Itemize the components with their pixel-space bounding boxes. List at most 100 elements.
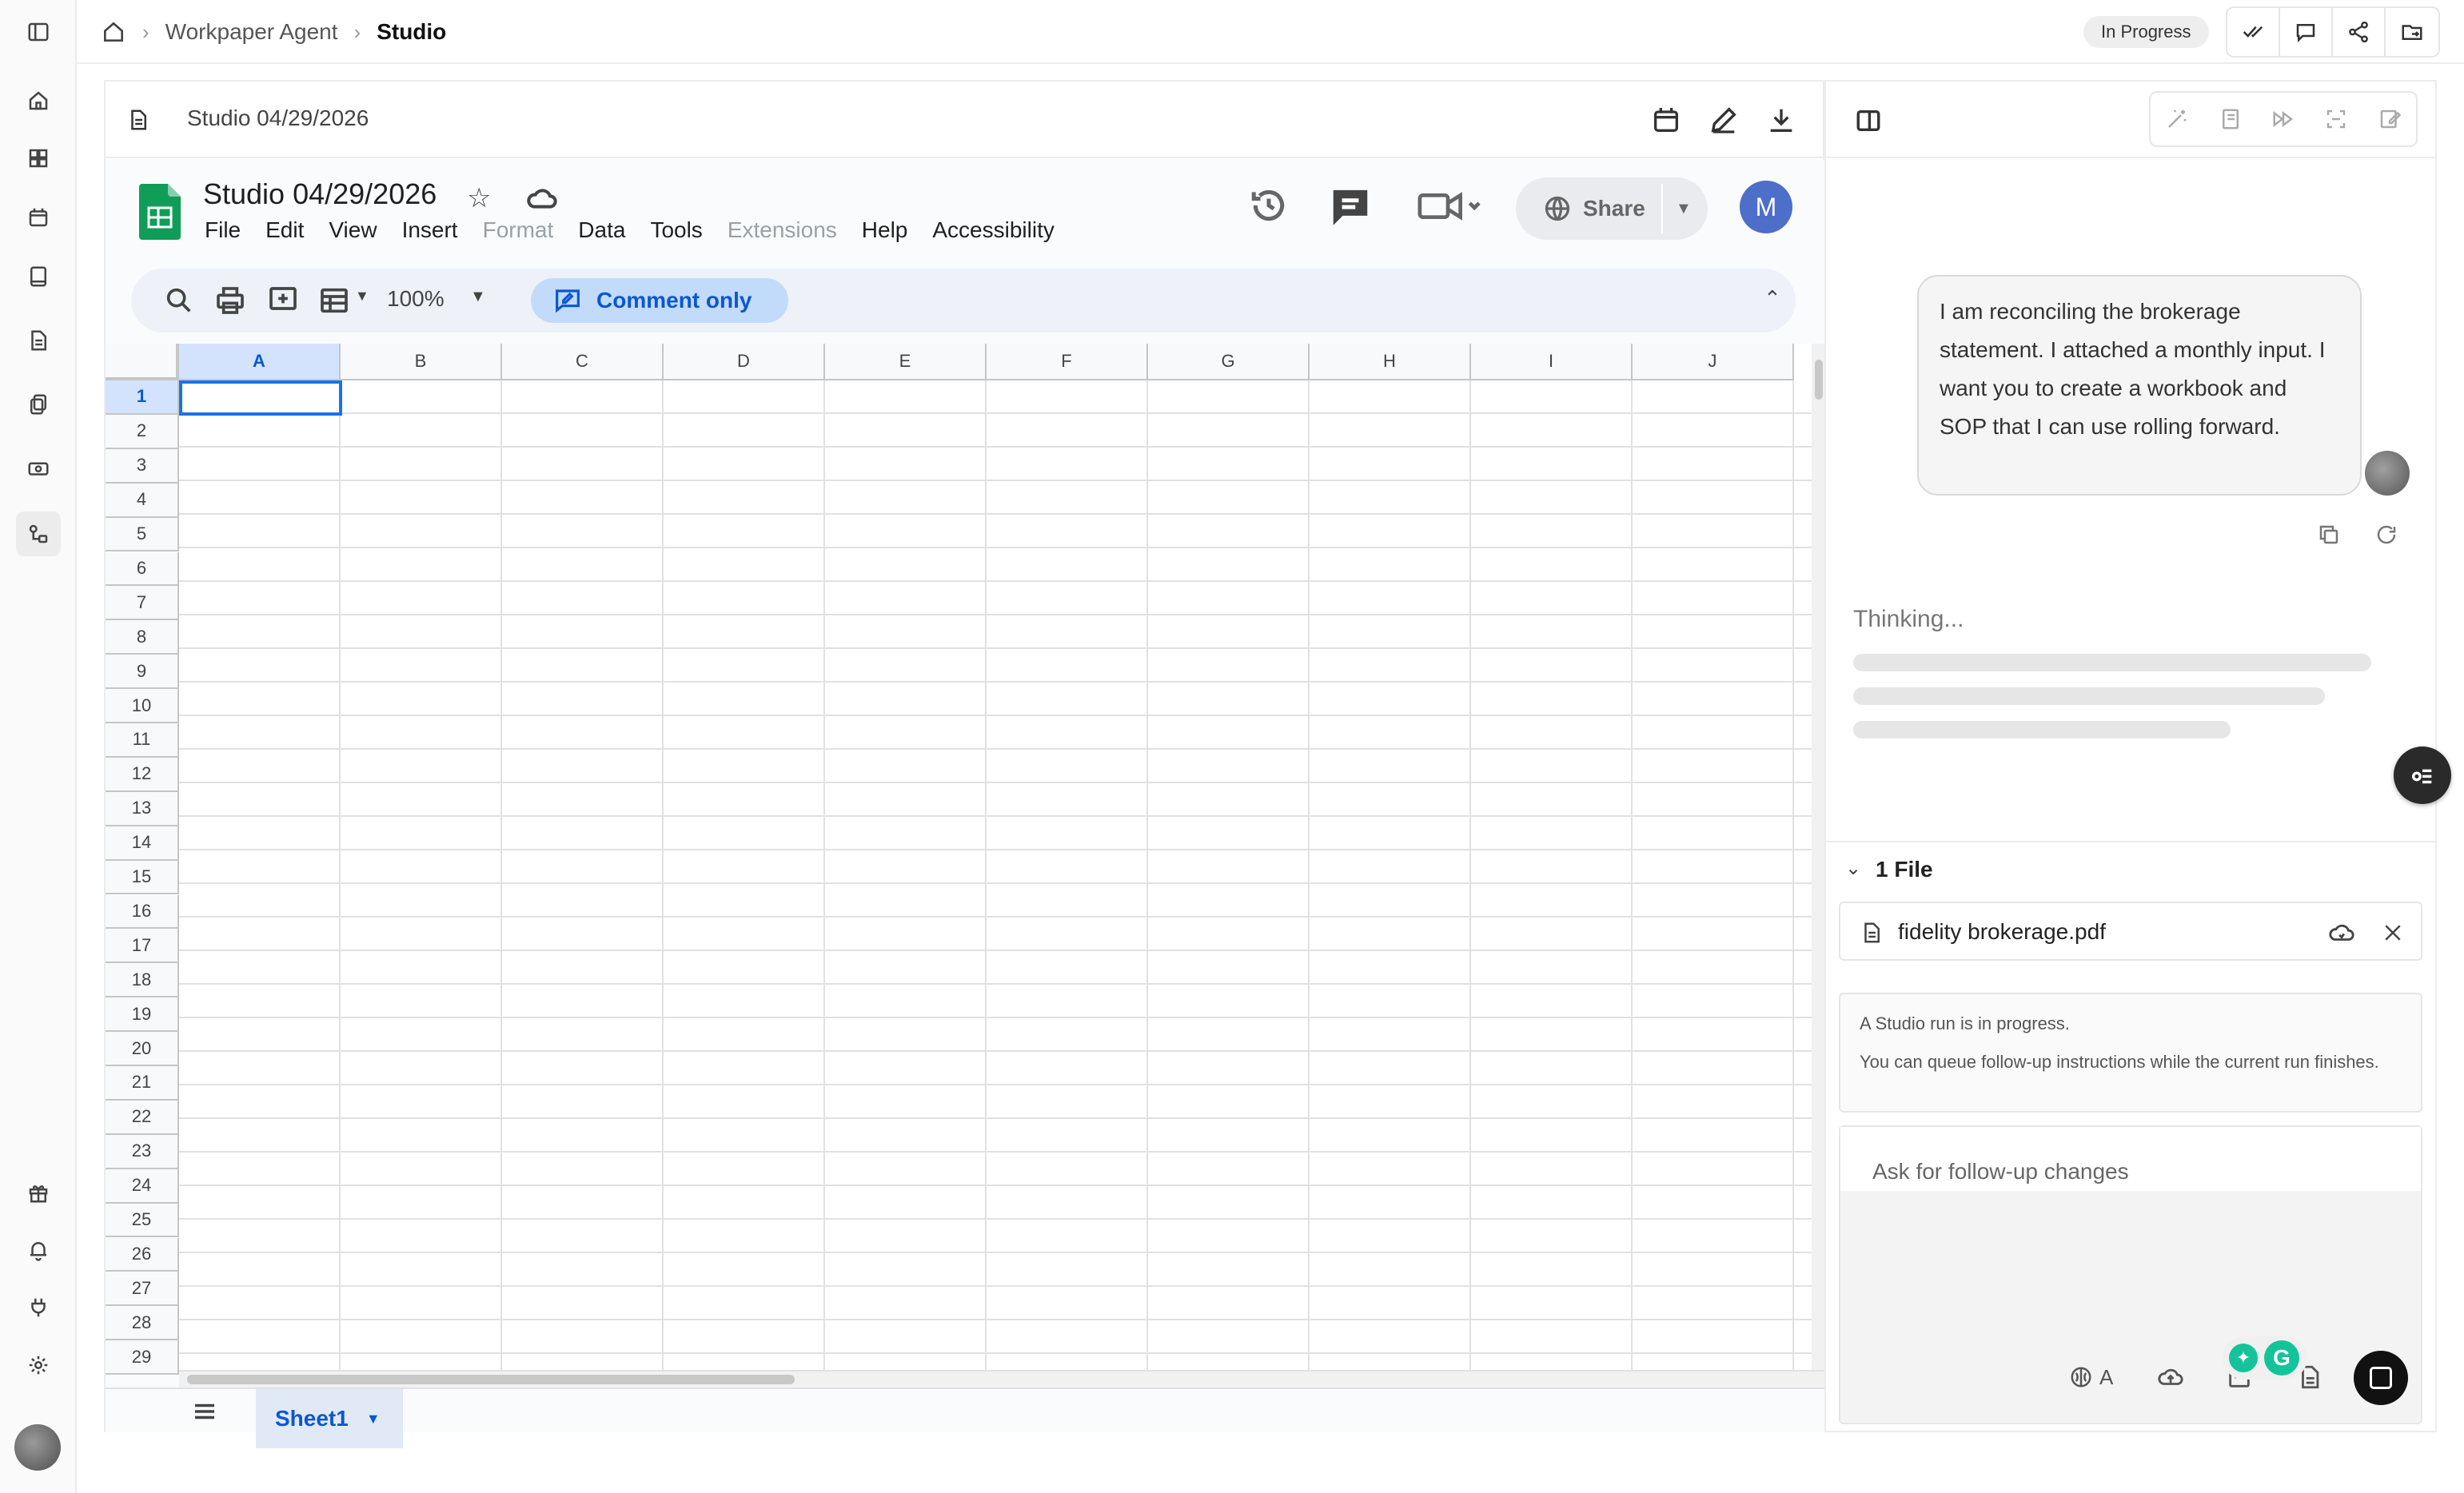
column-header[interactable]: D bbox=[664, 344, 825, 380]
files-icon[interactable] bbox=[16, 382, 61, 427]
cloud-sync-icon[interactable] bbox=[2328, 919, 2355, 946]
row-header[interactable]: 19 bbox=[106, 997, 179, 1033]
menu-insert[interactable]: Insert bbox=[402, 217, 458, 243]
column-header[interactable]: H bbox=[1310, 344, 1471, 380]
row-header[interactable]: 27 bbox=[106, 1272, 179, 1307]
ledger-icon[interactable] bbox=[2203, 93, 2256, 145]
document-icon[interactable] bbox=[16, 318, 61, 363]
row-header[interactable]: 9 bbox=[106, 655, 179, 690]
row-header[interactable]: 11 bbox=[106, 723, 179, 758]
book-icon[interactable] bbox=[16, 254, 61, 299]
home-icon[interactable] bbox=[101, 19, 126, 45]
chevron-down-icon[interactable]: ⌄ bbox=[1845, 857, 1861, 880]
row-header[interactable]: 28 bbox=[106, 1306, 179, 1341]
mode-button[interactable]: Comment only bbox=[531, 278, 788, 323]
select-all-corner[interactable] bbox=[106, 344, 179, 380]
upload-icon[interactable] bbox=[2157, 1364, 2184, 1391]
account-avatar[interactable]: M bbox=[1740, 181, 1792, 233]
comment-icon[interactable] bbox=[2280, 8, 2333, 56]
row-header[interactable]: 7 bbox=[106, 586, 179, 621]
share-button[interactable]: Share ▼ bbox=[1516, 177, 1708, 240]
calendar-edit-icon[interactable] bbox=[1650, 104, 1682, 136]
files-section-header[interactable]: ⌄ 1 File bbox=[1826, 841, 2435, 894]
attached-file[interactable]: fidelity brokerage.pdf bbox=[1839, 902, 2422, 961]
retry-icon[interactable] bbox=[2374, 523, 2398, 547]
row-header[interactable]: 6 bbox=[106, 551, 179, 587]
spreadsheet-grid[interactable]: A B C D E F G H I J 1 2 3 4 5 6 7 8 9 10 11 12 13 14 15 16 17 18 19 2… bbox=[106, 344, 1812, 1375]
column-header[interactable]: G bbox=[1148, 344, 1310, 380]
search-icon[interactable] bbox=[163, 285, 195, 317]
gift-icon[interactable] bbox=[16, 1170, 61, 1215]
menu-tools[interactable]: Tools bbox=[650, 217, 702, 243]
row-header[interactable]: 10 bbox=[106, 689, 179, 723]
row-header[interactable]: 17 bbox=[106, 929, 179, 964]
column-header[interactable]: J bbox=[1633, 344, 1794, 380]
row-header[interactable]: 20 bbox=[106, 1032, 179, 1066]
row-header[interactable]: 3 bbox=[106, 448, 179, 484]
menu-data[interactable]: Data bbox=[578, 217, 625, 243]
menu-help[interactable]: Help bbox=[862, 217, 908, 243]
magic-wand-icon[interactable] bbox=[2151, 93, 2203, 145]
row-header[interactable]: 25 bbox=[106, 1203, 179, 1238]
vertical-scrollbar[interactable] bbox=[1812, 344, 1824, 1375]
outline-toggle-icon[interactable] bbox=[2394, 746, 2451, 804]
share-dropdown-icon[interactable]: ▼ bbox=[1676, 200, 1692, 218]
sidebar-toggle-icon[interactable] bbox=[16, 10, 61, 54]
menu-edit[interactable]: Edit bbox=[265, 217, 304, 243]
lightbulb-icon[interactable]: ✦ bbox=[2229, 1344, 2258, 1372]
row-header[interactable]: 12 bbox=[106, 757, 179, 792]
star-icon[interactable]: ☆ bbox=[467, 182, 491, 214]
column-header[interactable]: F bbox=[987, 344, 1148, 380]
cell-area[interactable] bbox=[179, 380, 1812, 1375]
column-header[interactable]: A bbox=[179, 344, 341, 380]
meet-icon[interactable] bbox=[1417, 190, 1482, 222]
row-header[interactable]: 21 bbox=[106, 1066, 179, 1101]
row-header[interactable]: 5 bbox=[106, 517, 179, 552]
zoom-value[interactable]: 100% bbox=[387, 286, 445, 312]
row-header[interactable]: 8 bbox=[106, 620, 179, 655]
active-cell[interactable] bbox=[179, 380, 342, 416]
row-header[interactable]: 29 bbox=[106, 1340, 179, 1375]
scan-icon[interactable] bbox=[2310, 93, 2362, 145]
pencil-icon[interactable] bbox=[1708, 104, 1740, 136]
plug-icon[interactable] bbox=[16, 1285, 61, 1330]
sheet-tab[interactable]: Sheet1 ▼ bbox=[256, 1389, 403, 1448]
copy-icon[interactable] bbox=[2317, 523, 2341, 547]
column-header[interactable]: B bbox=[341, 344, 502, 380]
edit-note-icon[interactable] bbox=[2363, 93, 2416, 145]
menu-file[interactable]: File bbox=[205, 217, 241, 243]
version-history-icon[interactable] bbox=[1249, 185, 1289, 225]
menu-view[interactable]: View bbox=[329, 217, 377, 243]
panel-toggle-icon[interactable] bbox=[1855, 107, 1882, 134]
home-icon[interactable] bbox=[16, 78, 61, 123]
all-sheets-icon[interactable] bbox=[190, 1397, 219, 1426]
row-header[interactable]: 4 bbox=[106, 483, 179, 518]
close-icon[interactable] bbox=[2381, 921, 2405, 945]
double-check-icon[interactable] bbox=[2227, 8, 2280, 56]
row-header[interactable]: 2 bbox=[106, 414, 179, 449]
column-header[interactable]: I bbox=[1471, 344, 1633, 380]
folder-move-icon[interactable] bbox=[2386, 8, 2438, 56]
fast-forward-icon[interactable] bbox=[2257, 93, 2310, 145]
chevron-down-icon[interactable]: ▼ bbox=[470, 288, 486, 306]
spreadsheet-title[interactable]: Studio 04/29/2026 bbox=[203, 177, 437, 211]
chevron-down-icon[interactable]: ▼ bbox=[355, 288, 369, 305]
row-header[interactable]: 24 bbox=[106, 1169, 179, 1204]
row-header[interactable]: 16 bbox=[106, 894, 179, 930]
chevron-down-icon[interactable]: ▼ bbox=[366, 1411, 381, 1427]
calendar-icon[interactable] bbox=[16, 195, 61, 240]
row-header[interactable]: 23 bbox=[106, 1134, 179, 1169]
column-header[interactable]: C bbox=[502, 344, 664, 380]
workflow-icon[interactable] bbox=[16, 512, 61, 556]
cash-icon[interactable] bbox=[16, 446, 61, 491]
row-header[interactable]: 18 bbox=[106, 963, 179, 998]
download-icon[interactable] bbox=[1765, 104, 1797, 136]
row-header[interactable]: 13 bbox=[106, 791, 179, 826]
filter-views-icon[interactable] bbox=[318, 285, 350, 317]
menu-accessibility[interactable]: Accessibility bbox=[932, 217, 1054, 243]
share-icon[interactable] bbox=[2333, 8, 2386, 56]
chevron-up-icon[interactable]: ⌃ bbox=[1764, 286, 1781, 311]
model-selector[interactable]: A bbox=[2069, 1364, 2133, 1391]
row-header[interactable]: 14 bbox=[106, 826, 179, 861]
row-header[interactable]: 15 bbox=[106, 860, 179, 895]
